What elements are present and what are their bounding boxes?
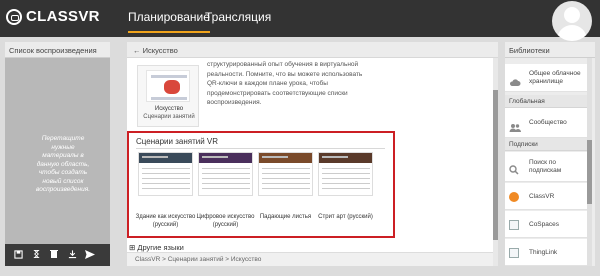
expand-icon: ⊞: [129, 243, 136, 252]
content-scrollbar-thumb[interactable]: [493, 90, 498, 240]
library-item-label: Сообщество: [529, 119, 567, 126]
thinglink-icon: [509, 248, 519, 258]
libraries-panel: Библиотеки Общее облачное хранилище Глоб…: [505, 42, 595, 266]
vr-scenarios-section: Сценарии занятий VR Здание как искусство…: [127, 131, 395, 238]
category-title: Искусство: [154, 106, 184, 112]
category-description: структурированный опыт обучения в виртуа…: [207, 61, 363, 106]
playlist-drop-zone[interactable]: Перетащите нужные материалы в данную обл…: [5, 58, 110, 244]
top-bar: CLASSVR Планирование Трансляция: [0, 0, 600, 41]
send-icon[interactable]: [85, 249, 95, 261]
category-card[interactable]: Искусство Сценарии занятий: [137, 65, 199, 127]
avatar[interactable]: [552, 1, 592, 41]
playlist-panel-title: Список воспроизведения: [5, 42, 110, 58]
logo[interactable]: CLASSVR: [6, 8, 100, 25]
vr-scenarios-title: Сценарии занятий VR: [136, 137, 218, 146]
scenario-thumbnail: [318, 152, 373, 196]
scenario-label: Здание как искусство (русский): [135, 214, 196, 228]
trash-icon[interactable]: [49, 249, 59, 261]
section-subscriptions: Подписки: [505, 138, 587, 151]
category-thumbnail: [146, 70, 190, 102]
back-arrow-icon: ←: [133, 46, 141, 55]
scenario-thumbnail: [138, 152, 193, 196]
library-item-subscription-search[interactable]: Поиск по подпискам: [505, 152, 587, 182]
libraries-panel-title: Библиотеки: [505, 42, 595, 58]
scenario-label: Стрит арт (русский): [318, 214, 373, 220]
content-panel: ← Искусство Искусство Сценарии занятий с…: [127, 42, 498, 266]
save-icon[interactable]: [13, 249, 23, 261]
library-item-label: ClassVR: [529, 193, 555, 200]
library-item-label: Общее облачное хранилище: [529, 70, 581, 85]
other-languages-label: Другие языки: [137, 243, 184, 252]
other-languages-toggle[interactable]: ⊞ Другие языки: [129, 243, 184, 252]
back-label: Искусство: [142, 46, 178, 55]
cloud-icon: [509, 74, 521, 86]
library-item-thinglink[interactable]: ThingLink: [505, 239, 587, 266]
scenario-card[interactable]: Здание как искусство (русский): [136, 152, 195, 234]
vr-headset-icon: [6, 8, 22, 25]
scenario-thumbnail: [198, 152, 253, 196]
playlist-toolbar: [5, 244, 110, 266]
library-item-community[interactable]: Сообщество: [505, 108, 587, 138]
logo-text: CLASSVR: [26, 8, 100, 25]
drop-hint: Перетащите нужные материалы в данную обл…: [35, 135, 91, 193]
library-item-label: CoSpaces: [529, 221, 559, 228]
library-item-label: Поиск по подпискам: [529, 159, 562, 174]
libraries-scrollbar-thumb[interactable]: [587, 140, 592, 204]
cospaces-icon: [509, 220, 519, 230]
section-global: Глобальная: [505, 95, 587, 108]
download-icon[interactable]: [67, 249, 77, 261]
search-icon: [509, 162, 519, 175]
category-subtitle: Сценарии занятий: [143, 114, 195, 120]
back-navigation[interactable]: ← Искусство: [127, 42, 498, 58]
scenario-card[interactable]: Стрит арт (русский): [318, 152, 373, 234]
library-item-shared-cloud[interactable]: Общее облачное хранилище: [505, 64, 587, 92]
classvr-icon: [509, 192, 519, 202]
scenario-card[interactable]: Падающие листья: [258, 152, 313, 234]
scenario-label: Падающие листья: [259, 214, 312, 220]
palette-icon: [164, 80, 180, 94]
breadcrumb: ClassVR > Сценарии занятий > Искусство: [127, 252, 493, 266]
scenario-thumbnail: [258, 152, 313, 196]
tab-broadcast[interactable]: Трансляция: [205, 10, 271, 24]
hourglass-icon[interactable]: [31, 249, 41, 261]
divider: [136, 148, 385, 149]
scenario-label: Цифровое искусство (русский): [196, 214, 255, 228]
library-item-label: ThingLink: [529, 249, 558, 256]
community-icon: [509, 119, 521, 132]
tab-planning[interactable]: Планирование: [128, 10, 210, 33]
library-item-classvr[interactable]: ClassVR: [505, 183, 587, 210]
playlist-panel: Список воспроизведения Перетащите нужные…: [5, 42, 110, 266]
library-item-cospaces[interactable]: CoSpaces: [505, 211, 587, 238]
scenario-card[interactable]: Цифровое искусство (русский): [196, 152, 255, 234]
